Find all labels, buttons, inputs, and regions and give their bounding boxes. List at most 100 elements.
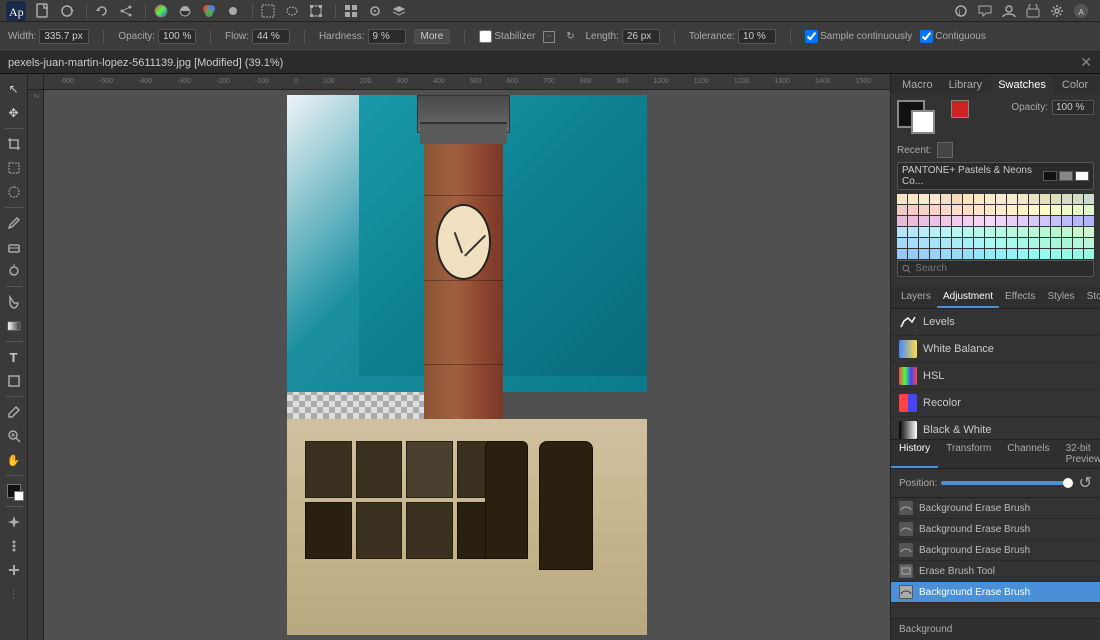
- color-swatch[interactable]: [1084, 205, 1094, 215]
- color-swatch[interactable]: [1062, 205, 1072, 215]
- history-item-5[interactable]: Background Erase Brush: [891, 582, 1100, 603]
- opacity-swatch-input[interactable]: [1052, 100, 1094, 115]
- color-swatch[interactable]: [1084, 238, 1094, 248]
- color-swatch[interactable]: [1062, 216, 1072, 226]
- settings-icon[interactable]: [1048, 2, 1066, 20]
- cursor-tool[interactable]: ↖: [3, 78, 25, 100]
- color-swatch[interactable]: [1051, 216, 1061, 226]
- color-swatch[interactable]: [1018, 205, 1028, 215]
- color-swatch[interactable]: [1051, 194, 1061, 204]
- palette-gray-swatch[interactable]: [1059, 171, 1073, 181]
- dodge-burn-tool[interactable]: [3, 260, 25, 282]
- stabilizer-checkbox[interactable]: [479, 30, 492, 43]
- badge-icon[interactable]: i: [952, 2, 970, 20]
- color-swatch[interactable]: [897, 205, 907, 215]
- sample-continuously-checkbox[interactable]: [805, 30, 818, 43]
- color-swatch[interactable]: [908, 205, 918, 215]
- recolor-item[interactable]: Recolor: [891, 390, 1100, 417]
- channels-tab[interactable]: Channels: [999, 440, 1057, 468]
- color-swatch[interactable]: [930, 227, 940, 237]
- lasso-icon[interactable]: [283, 2, 301, 20]
- color-swatch[interactable]: [1018, 194, 1028, 204]
- color-swatch[interactable]: [930, 238, 940, 248]
- color-swatch[interactable]: [974, 249, 984, 259]
- color-swatch[interactable]: [963, 216, 973, 226]
- color-swatch[interactable]: [963, 238, 973, 248]
- color-swatch[interactable]: [1040, 216, 1050, 226]
- levels-item[interactable]: Levels: [891, 309, 1100, 336]
- color-swatch[interactable]: [908, 227, 918, 237]
- macro-tab[interactable]: Macro: [895, 76, 940, 94]
- color-swatch[interactable]: [897, 249, 907, 259]
- color-swatch[interactable]: [985, 194, 995, 204]
- color-swatch[interactable]: [897, 216, 907, 226]
- color-swatch[interactable]: [1018, 227, 1028, 237]
- color-swatch[interactable]: [897, 227, 907, 237]
- user-profile-icon[interactable]: A: [1072, 2, 1090, 20]
- color-swatch[interactable]: [996, 205, 1006, 215]
- palette-black-swatch[interactable]: [1043, 171, 1057, 181]
- color-swatch[interactable]: [897, 194, 907, 204]
- half-circle-icon[interactable]: [176, 2, 194, 20]
- color-swatch[interactable]: [985, 216, 995, 226]
- share-icon[interactable]: [117, 2, 135, 20]
- color-swatch[interactable]: [1029, 205, 1039, 215]
- color-wheel-icon[interactable]: [152, 2, 170, 20]
- recent-red-swatch[interactable]: [951, 100, 969, 118]
- layers-tab[interactable]: Layers: [895, 287, 937, 308]
- color-swatch[interactable]: [1007, 249, 1017, 259]
- color-swatch[interactable]: [952, 238, 962, 248]
- refresh-icon[interactable]: [58, 2, 76, 20]
- transform-tab[interactable]: Transform: [938, 440, 999, 468]
- color-swatch[interactable]: [996, 216, 1006, 226]
- color-swatch[interactable]: [963, 227, 973, 237]
- color-swatch[interactable]: [952, 216, 962, 226]
- color-swatch[interactable]: [1073, 227, 1083, 237]
- 32bit-preview-tab[interactable]: 32-bit Preview: [1058, 440, 1100, 468]
- red-swatch[interactable]: [951, 100, 969, 118]
- color-swatch[interactable]: [1007, 238, 1017, 248]
- dot-icon[interactable]: [224, 2, 242, 20]
- color-swatch[interactable]: [1073, 194, 1083, 204]
- color-swatch[interactable]: [919, 238, 929, 248]
- refresh-small-icon[interactable]: ↻: [563, 30, 577, 44]
- length-input[interactable]: [622, 29, 660, 44]
- color-swatch[interactable]: [974, 205, 984, 215]
- color-swatch[interactable]: [952, 194, 962, 204]
- color-swatch[interactable]: [941, 238, 951, 248]
- color-swatch[interactable]: [974, 227, 984, 237]
- color-swatch[interactable]: [1007, 205, 1017, 215]
- layers-icon[interactable]: [390, 2, 408, 20]
- swatch-search-input[interactable]: [915, 263, 1089, 274]
- color-swatch[interactable]: [1029, 216, 1039, 226]
- color-swatch[interactable]: [908, 194, 918, 204]
- color-swatch[interactable]: [1029, 227, 1039, 237]
- gradient-tool[interactable]: [3, 315, 25, 337]
- color-swatch[interactable]: [952, 227, 962, 237]
- color-swatch[interactable]: [963, 194, 973, 204]
- color-swatch[interactable]: [952, 249, 962, 259]
- color-circle-icon[interactable]: [200, 2, 218, 20]
- color-swatch[interactable]: [974, 194, 984, 204]
- recent-swatch-1[interactable]: [937, 142, 953, 158]
- color-swatch[interactable]: [1062, 227, 1072, 237]
- color-swatch[interactable]: [919, 227, 929, 237]
- hand-tool[interactable]: ✋: [3, 449, 25, 471]
- flow-input[interactable]: [252, 29, 290, 44]
- styles-tab[interactable]: Styles: [1041, 287, 1080, 308]
- color-swatch[interactable]: [908, 238, 918, 248]
- store-icon[interactable]: [1024, 2, 1042, 20]
- macro-tool[interactable]: [3, 559, 25, 581]
- history-item-3[interactable]: Background Erase Brush: [891, 540, 1100, 561]
- color-tab[interactable]: Color: [1055, 76, 1095, 94]
- palette-white-swatch[interactable]: [1075, 171, 1089, 181]
- color-swatch[interactable]: [952, 205, 962, 215]
- position-slider-handle[interactable]: [1063, 478, 1073, 488]
- color-swatch[interactable]: [1007, 194, 1017, 204]
- color-swatch[interactable]: [1040, 238, 1050, 248]
- close-file-icon[interactable]: ✕: [1080, 54, 1092, 71]
- white-balance-item[interactable]: White Balance: [891, 336, 1100, 363]
- app-logo[interactable]: Ap: [6, 1, 26, 21]
- color-swatch[interactable]: [897, 238, 907, 248]
- color-swatch[interactable]: [908, 249, 918, 259]
